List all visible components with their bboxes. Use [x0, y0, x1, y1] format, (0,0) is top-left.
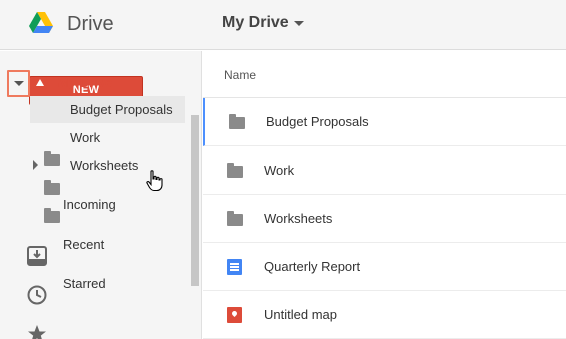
breadcrumb[interactable]: My Drive: [222, 14, 289, 32]
tree-item-my-drive[interactable]: My Drive: [58, 75, 112, 90]
folder-icon: [44, 180, 60, 195]
caret-down-icon[interactable]: [14, 81, 24, 86]
file-row[interactable]: Worksheets: [203, 195, 566, 243]
top-bar: Drive My Drive: [0, 0, 566, 50]
drive-logo-icon[interactable]: [29, 12, 53, 34]
caret-right-icon[interactable]: [33, 160, 38, 170]
file-name: Work: [264, 163, 295, 178]
folder-icon: [44, 208, 60, 223]
file-name: Quarterly Report: [264, 259, 361, 274]
star-icon: [28, 325, 46, 339]
file-name: Untitled map: [264, 307, 337, 322]
chevron-down-icon[interactable]: [294, 21, 304, 26]
sidebar-scrollbar[interactable]: [191, 115, 199, 286]
file-row[interactable]: Quarterly Report: [203, 243, 566, 291]
tree-item-budget-proposals[interactable]: Budget Proposals: [70, 102, 173, 117]
column-header-name[interactable]: Name: [224, 68, 256, 82]
file-list: Name Budget Proposals Work Worksheets Qu…: [203, 51, 566, 339]
my-drive-icon: [33, 77, 47, 89]
folder-icon: [227, 211, 243, 226]
tree-item-work[interactable]: Work: [70, 130, 100, 145]
file-row[interactable]: Budget Proposals: [203, 98, 566, 146]
file-row[interactable]: Untitled map: [203, 291, 566, 339]
file-row[interactable]: Work: [203, 147, 566, 195]
folder-icon: [44, 151, 60, 166]
nav-item-incoming[interactable]: Incoming: [63, 197, 116, 212]
folder-icon: [227, 163, 243, 178]
app-name: Drive: [67, 13, 114, 35]
nav-item-starred[interactable]: Starred: [63, 276, 106, 291]
folder-icon: [229, 114, 245, 129]
incoming-icon: [27, 246, 47, 266]
file-name: Budget Proposals: [266, 114, 369, 129]
file-name: Worksheets: [264, 211, 333, 226]
clock-icon: [27, 285, 47, 305]
hand-cursor-icon: [146, 170, 163, 192]
drive-app: Drive My Drive NEW My Drive Budget Propo…: [0, 0, 566, 339]
tree-item-worksheets[interactable]: Worksheets: [70, 158, 138, 173]
document-icon: [227, 259, 242, 275]
nav-item-recent[interactable]: Recent: [63, 237, 104, 252]
map-pin-icon: [227, 307, 242, 323]
